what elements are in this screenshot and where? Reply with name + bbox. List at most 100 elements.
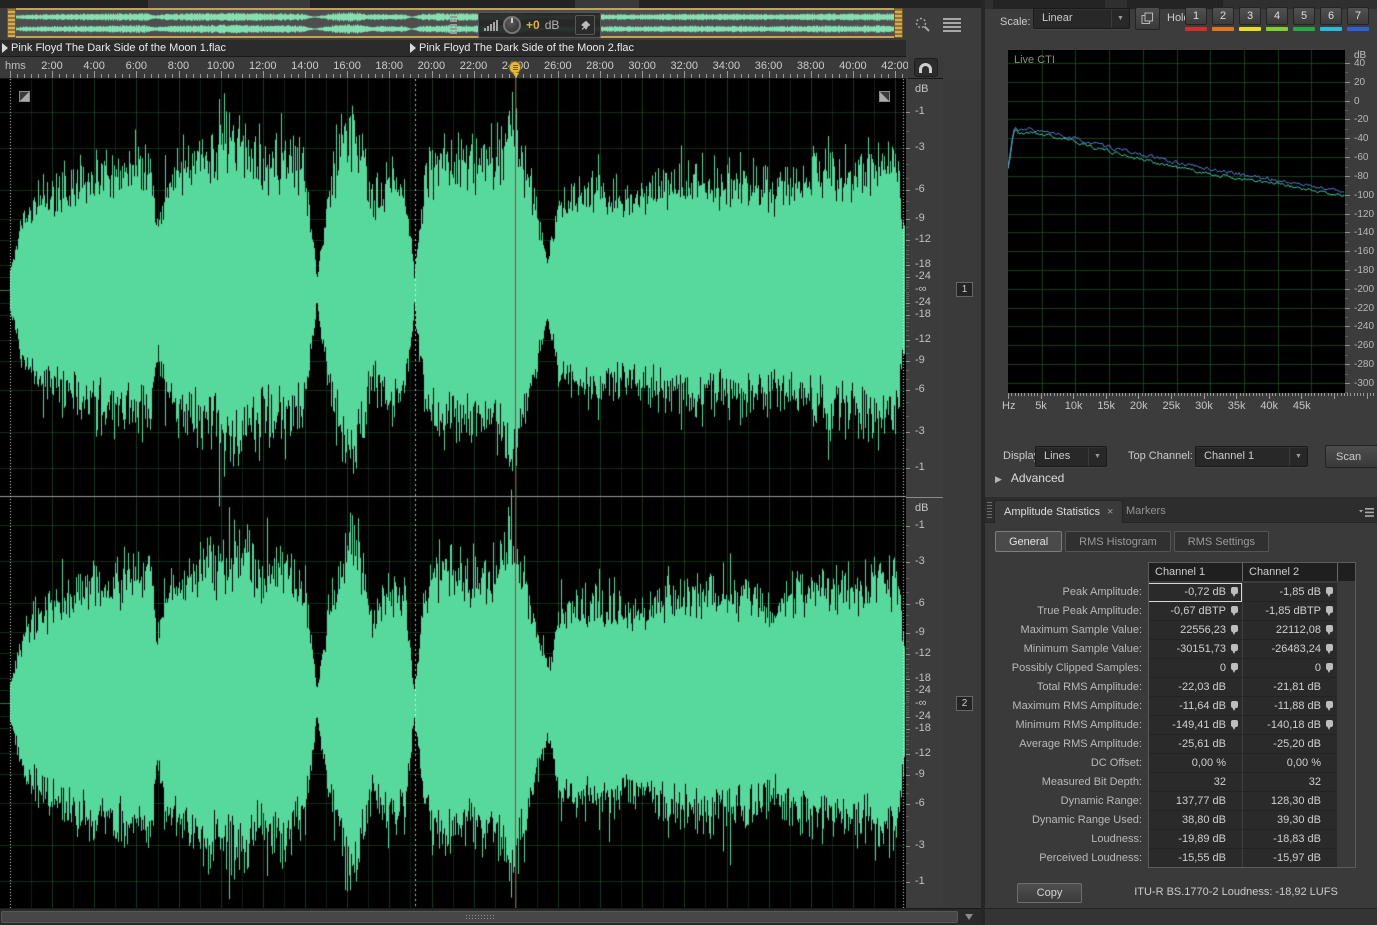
stats-cell-ch1[interactable]: -22,03 dB (1148, 678, 1242, 697)
panel-menu-icon[interactable] (1359, 505, 1374, 523)
zoom-reset-icon[interactable] (911, 14, 935, 36)
snap-toggle[interactable] (908, 57, 943, 79)
stats-cell-ch1[interactable]: -0,67 dBTP (1148, 602, 1242, 621)
stats-cell-ch2[interactable]: 0,00 % (1242, 754, 1337, 773)
location-pin-icon[interactable] (1326, 625, 1333, 632)
top-channel-dropdown[interactable]: Channel 1 ▼ (1195, 446, 1308, 467)
stats-cell-ch1[interactable]: 38,80 dB (1148, 811, 1242, 830)
stats-cell-ch1[interactable]: -19,89 dB (1148, 830, 1242, 849)
stats-cell-ch1[interactable]: -25,61 dB (1148, 735, 1242, 754)
fade-in-handle[interactable] (19, 91, 30, 102)
db-ruler-ch1[interactable]: dB-1-1-3-3-6-6-9-9-12-12-18-18-24-24-∞ (906, 79, 943, 497)
volume-knob[interactable] (503, 16, 521, 34)
stats-cell-ch1[interactable]: 0 (1148, 659, 1242, 678)
location-pin-icon[interactable] (1231, 701, 1238, 708)
timeline-tick (670, 74, 671, 78)
location-pin-icon[interactable] (1326, 587, 1333, 594)
stats-cell-ch2[interactable]: -25,20 dB (1242, 735, 1337, 754)
stats-cell-ch1[interactable]: -30151,73 (1148, 640, 1242, 659)
timeline-tick (45, 74, 46, 78)
stats-cell-ch2[interactable]: -18,83 dB (1242, 830, 1337, 849)
location-pin-icon[interactable] (1231, 663, 1238, 670)
stats-cell-ch2[interactable]: -1,85 dB (1242, 583, 1337, 602)
stats-cell-ch1[interactable]: -0,72 dB (1148, 583, 1242, 602)
clip-label-1[interactable]: Pink Floyd The Dark Side of the Moon 1.f… (2, 41, 406, 56)
stats-cell-ch2[interactable]: 22112,08 (1242, 621, 1337, 640)
location-pin-icon[interactable] (1231, 644, 1238, 651)
location-pin-icon[interactable] (1326, 720, 1333, 727)
scrollbar-thumb[interactable] (1, 911, 958, 923)
stats-cell-ch2[interactable]: -11,88 dB (1242, 697, 1337, 716)
frequency-analysis-plot[interactable]: Live CTI (1008, 50, 1345, 393)
hold-button-1[interactable]: 1 (1185, 7, 1207, 25)
freq-db-minor-tick (1345, 110, 1348, 111)
stats-cell-ch1[interactable]: 0,00 % (1148, 754, 1242, 773)
location-pin-icon[interactable] (1231, 606, 1238, 613)
location-pin-icon[interactable] (1231, 625, 1238, 632)
stats-cell-ch2[interactable]: -26483,24 (1242, 640, 1337, 659)
channel-2-badge[interactable]: 2 (956, 696, 973, 711)
stats-cell-ch1[interactable]: 22556,23 (1148, 621, 1242, 640)
hud-drag-grip[interactable] (450, 15, 457, 34)
clip-label-2[interactable]: Pink Floyd The Dark Side of the Moon 2.f… (410, 41, 904, 56)
stats-cell-ch1[interactable]: -15,55 dB (1148, 849, 1242, 868)
copy-button[interactable]: Copy (1017, 883, 1082, 903)
hold-button-2[interactable]: 2 (1212, 7, 1234, 25)
hold-button-3[interactable]: 3 (1239, 7, 1261, 25)
display-dropdown[interactable]: Lines ▼ (1035, 446, 1107, 467)
gain-value[interactable]: +0 (526, 18, 540, 32)
pin-hud-button[interactable] (575, 15, 595, 35)
subtab-rms-histogram[interactable]: RMS Histogram (1065, 531, 1171, 552)
playhead-pin[interactable] (509, 61, 521, 74)
stats-cell-ch1[interactable]: -149,41 dB (1148, 716, 1242, 735)
time-format-label[interactable]: hms (5, 60, 26, 72)
location-pin-icon[interactable] (1326, 606, 1333, 613)
tab-markers[interactable]: Markers (1115, 500, 1177, 523)
navigator-right-handle[interactable] (894, 8, 903, 38)
stats-cell-ch1[interactable]: -11,64 dB (1148, 697, 1242, 716)
stats-cell-ch1[interactable]: 32 (1148, 773, 1242, 792)
scan-button[interactable]: Scan (1325, 445, 1377, 468)
stats-cell-ch1[interactable]: 137,77 dB (1148, 792, 1242, 811)
stats-cell-ch2[interactable]: 32 (1242, 773, 1337, 792)
stats-cell-ch2[interactable]: -21,81 dB (1242, 678, 1337, 697)
timeline-ruler[interactable]: hms 2:004:006:008:0010:0012:0014:0016:00… (0, 57, 906, 79)
location-pin-icon[interactable] (1231, 720, 1238, 727)
fade-out-handle[interactable] (879, 91, 890, 102)
stats-cell-ch2[interactable]: -1,85 dBTP (1242, 602, 1337, 621)
stats-cell-ch2[interactable]: 39,30 dB (1242, 811, 1337, 830)
navigator-left-handle[interactable] (7, 8, 16, 38)
channel-1-badge[interactable]: 1 (956, 282, 973, 297)
panel-menu-icon[interactable] (941, 17, 963, 33)
hold-button-4[interactable]: 4 (1266, 7, 1288, 25)
advanced-toggle[interactable]: ▶Advanced (995, 471, 1115, 489)
db-label: -12 (915, 333, 931, 345)
db-tick (906, 654, 910, 655)
tab-amplitude-statistics[interactable]: Amplitude Statistics× (994, 500, 1123, 523)
panel-grip[interactable] (987, 502, 992, 518)
subtab-rms-settings[interactable]: RMS Settings (1174, 531, 1269, 552)
stats-cell-ch2[interactable]: -140,18 dB (1242, 716, 1337, 735)
hold-button-7[interactable]: 7 (1347, 7, 1369, 25)
timeline-tick (853, 71, 854, 78)
location-pin-icon[interactable] (1326, 644, 1333, 651)
timeline-tick (537, 74, 538, 78)
waveform-display[interactable] (0, 79, 906, 908)
stats-cell-ch2[interactable]: -15,97 dB (1242, 849, 1337, 868)
subtab-general[interactable]: General (995, 531, 1062, 552)
hold-button-5[interactable]: 5 (1293, 7, 1315, 25)
location-pin-icon[interactable] (1326, 663, 1333, 670)
hold-button-6[interactable]: 6 (1320, 7, 1342, 25)
scale-dropdown[interactable]: Linear ▼ (1033, 8, 1130, 29)
location-pin-icon[interactable] (1326, 701, 1333, 708)
scrollbar-options-icon[interactable] (965, 914, 973, 920)
stats-panel-footer-edge (985, 908, 1377, 925)
horizontal-scrollbar[interactable] (0, 908, 981, 925)
close-icon[interactable]: × (1107, 506, 1113, 518)
location-pin-icon[interactable] (1231, 587, 1238, 594)
stats-cell-ch2[interactable]: 128,30 dB (1242, 792, 1337, 811)
hz-tick (1253, 393, 1254, 396)
stats-cell-ch2[interactable]: 0 (1242, 659, 1337, 678)
db-ruler-ch2[interactable]: dB-1-1-3-3-6-6-9-9-12-12-18-18-24-24-∞ (906, 497, 943, 908)
copy-graph-button[interactable] (1135, 7, 1160, 30)
